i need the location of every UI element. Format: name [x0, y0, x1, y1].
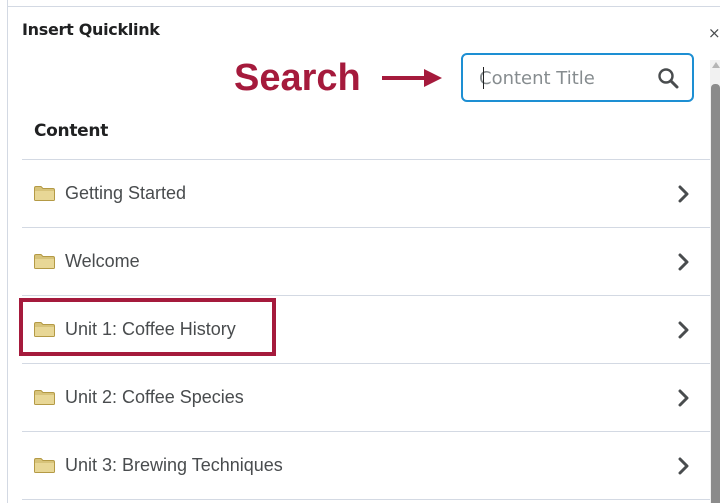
folder-icon	[34, 458, 55, 473]
list-item-label: Welcome	[65, 251, 140, 271]
list-item-unit-3[interactable]: Unit 3: Brewing Techniques	[22, 432, 710, 499]
folder-icon	[34, 186, 55, 201]
text-cursor	[483, 67, 484, 89]
dialog-top-border	[7, 6, 720, 7]
scrollbar-thumb[interactable]	[711, 84, 720, 503]
chevron-right-icon[interactable]	[677, 253, 691, 271]
chevron-right-icon[interactable]	[677, 321, 691, 339]
chevron-right-icon[interactable]	[677, 185, 691, 203]
folder-icon	[34, 322, 55, 337]
search-field[interactable]	[461, 53, 694, 102]
list-item-label: Unit 3: Brewing Techniques	[65, 455, 283, 475]
content-list: Getting Started Welcome Unit 1: Coffee H…	[22, 159, 710, 500]
list-item-label: Unit 2: Coffee Species	[65, 387, 244, 407]
list-item-welcome[interactable]: Welcome	[22, 228, 710, 295]
list-item-unit-1[interactable]: Unit 1: Coffee History	[22, 296, 710, 363]
search-icon[interactable]	[656, 66, 680, 90]
dialog-left-border	[7, 0, 8, 503]
list-item-label: Getting Started	[65, 183, 187, 203]
scroll-up-icon[interactable]	[712, 62, 720, 68]
list-item-unit-2[interactable]: Unit 2: Coffee Species	[22, 364, 710, 431]
list-item-label: Unit 1: Coffee History	[65, 319, 236, 339]
folder-icon	[34, 390, 55, 405]
insert-quicklink-dialog: Insert Quicklink × Search Content Gettin…	[0, 0, 720, 503]
folder-icon	[34, 254, 55, 269]
chevron-right-icon[interactable]	[677, 457, 691, 475]
divider	[22, 499, 710, 500]
dialog-title: Insert Quicklink	[22, 20, 160, 39]
chevron-right-icon[interactable]	[677, 389, 691, 407]
search-annotation-label: Search	[234, 57, 361, 99]
search-input[interactable]	[479, 66, 649, 90]
list-item-getting-started[interactable]: Getting Started	[22, 160, 710, 227]
close-icon[interactable]: ×	[708, 26, 720, 41]
annotation-arrow-icon	[382, 69, 442, 87]
content-heading: Content	[34, 121, 109, 141]
